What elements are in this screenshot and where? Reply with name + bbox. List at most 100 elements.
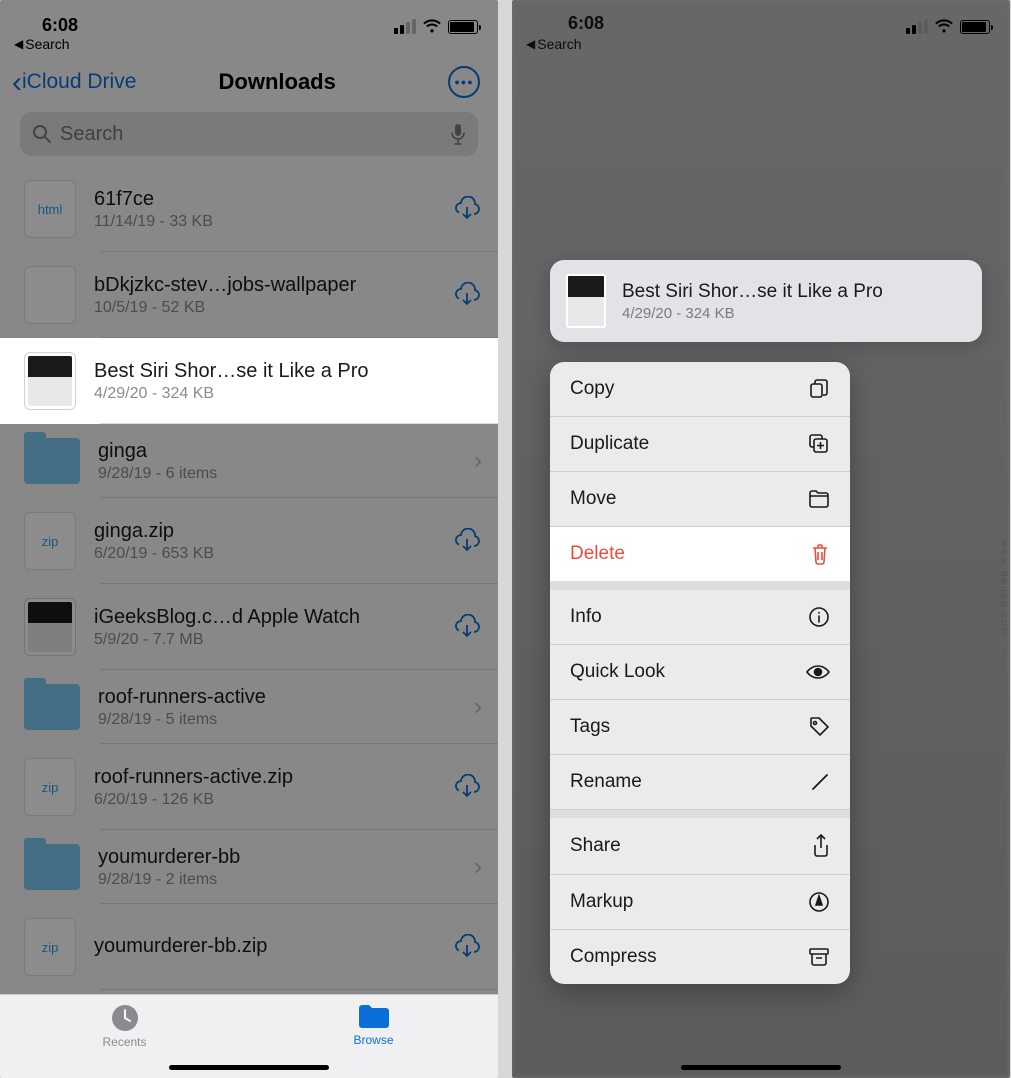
folder-icon bbox=[808, 489, 830, 509]
status-icons bbox=[394, 19, 478, 34]
files-app-left: 6:08 ◀ Search ‹ iCloud Drive Downloads ●… bbox=[0, 0, 498, 1078]
status-time: 6:08 bbox=[42, 16, 78, 34]
menu-duplicate[interactable]: Duplicate bbox=[550, 417, 850, 472]
cellular-icon bbox=[394, 19, 416, 34]
battery-icon bbox=[960, 20, 990, 34]
download-cloud-icon[interactable] bbox=[452, 934, 482, 960]
chevron-left-icon: ‹ bbox=[12, 75, 22, 90]
search-field[interactable] bbox=[20, 112, 478, 156]
file-row[interactable]: Best Siri Shor…se it Like a Pro 4/29/20 -… bbox=[0, 338, 498, 424]
trash-icon bbox=[810, 543, 830, 565]
file-thumbnail: zip bbox=[24, 758, 76, 816]
file-name: Best Siri Shor…se it Like a Pro bbox=[94, 360, 482, 383]
download-cloud-icon[interactable] bbox=[452, 196, 482, 222]
menu-share[interactable]: Share bbox=[550, 818, 850, 875]
file-subtitle: 4/29/20 - 324 KB bbox=[94, 385, 482, 403]
selected-file-card: Best Siri Shor…se it Like a Pro 4/29/20 … bbox=[550, 260, 982, 342]
search-icon bbox=[32, 124, 52, 144]
status-time: 6:08 bbox=[568, 13, 604, 34]
tag-icon bbox=[808, 716, 830, 738]
markup-icon bbox=[808, 891, 830, 913]
file-name: bDkjzkc-stev…jobs-wallpaper bbox=[94, 274, 452, 297]
share-icon bbox=[812, 834, 830, 858]
watermark: www.deuaq.com bbox=[998, 539, 1009, 638]
file-thumbnail bbox=[24, 266, 76, 324]
chevron-right-icon: › bbox=[474, 693, 482, 721]
file-subtitle: 5/9/20 - 7.7 MB bbox=[94, 631, 452, 649]
menu-quicklook[interactable]: Quick Look bbox=[550, 645, 850, 700]
menu-delete[interactable]: Delete bbox=[550, 527, 850, 582]
status-bar: 6:08 bbox=[512, 0, 1010, 34]
file-row[interactable]: roof-runners-active 9/28/19 - 5 items› bbox=[0, 670, 498, 744]
file-subtitle: 6/20/19 - 653 KB bbox=[94, 545, 452, 563]
file-thumbnail: zip bbox=[24, 512, 76, 570]
menu-move[interactable]: Move bbox=[550, 472, 850, 527]
file-row[interactable]: html61f7ce11/14/19 - 33 KB bbox=[0, 166, 498, 252]
file-thumbnail bbox=[24, 598, 76, 656]
folder-icon bbox=[24, 684, 80, 730]
files-app-context-menu: 6:08 ◀ Search Best Siri Shor…se it Like … bbox=[512, 0, 1010, 1078]
archive-icon bbox=[808, 946, 830, 968]
file-row[interactable]: zipyoumurderer-bb.zip bbox=[0, 904, 498, 990]
download-cloud-icon[interactable] bbox=[452, 614, 482, 640]
copy-icon bbox=[808, 378, 830, 400]
menu-markup[interactable]: Markup bbox=[550, 875, 850, 930]
file-row[interactable]: bDkjzkc-stev…jobs-wallpaper 10/5/19 - 52 … bbox=[0, 252, 498, 338]
file-thumbnail: html bbox=[24, 180, 76, 238]
file-name: roof-runners-active.zip bbox=[94, 766, 452, 789]
menu-copy[interactable]: Copy bbox=[550, 362, 850, 417]
file-name: roof-runners-active bbox=[98, 686, 474, 709]
file-name: iGeeksBlog.c…d Apple Watch bbox=[94, 606, 452, 629]
download-cloud-icon[interactable] bbox=[452, 774, 482, 800]
folder-icon bbox=[24, 844, 80, 890]
file-thumbnail bbox=[24, 352, 76, 410]
file-row[interactable]: zip roof-runners-active.zip 6/20/19 - 126 … bbox=[0, 744, 498, 830]
home-indicator[interactable] bbox=[169, 1065, 329, 1070]
file-subtitle: 6/20/19 - 126 KB bbox=[94, 791, 452, 809]
file-name: ginga.zip bbox=[94, 520, 452, 543]
status-bar: 6:08 bbox=[0, 0, 498, 34]
download-cloud-icon[interactable] bbox=[452, 282, 482, 308]
file-row[interactable]: ginga 9/28/19 - 6 items› bbox=[0, 424, 498, 498]
page-title: Downloads bbox=[106, 69, 448, 95]
menu-tags[interactable]: Tags bbox=[550, 700, 850, 755]
file-name: youmurderer-bb bbox=[98, 846, 474, 869]
download-cloud-icon[interactable] bbox=[452, 528, 482, 554]
file-subtitle: 9/28/19 - 5 items bbox=[98, 711, 474, 729]
back-to-search[interactable]: ◀ Search bbox=[0, 34, 498, 52]
file-row[interactable]: youmurderer-bb9/28/19 - 2 items› bbox=[0, 830, 498, 904]
mic-icon[interactable] bbox=[450, 123, 466, 145]
menu-rename[interactable]: Rename bbox=[550, 755, 850, 810]
file-subtitle: 10/5/19 - 52 KB bbox=[94, 299, 452, 317]
folder-icon bbox=[357, 1003, 391, 1031]
back-triangle-icon: ◀ bbox=[526, 37, 535, 51]
file-name: ginga bbox=[98, 440, 474, 463]
back-triangle-icon: ◀ bbox=[14, 37, 23, 51]
selected-file-name: Best Siri Shor…se it Like a Pro bbox=[622, 281, 883, 303]
eye-icon bbox=[806, 664, 830, 680]
battery-icon bbox=[448, 20, 478, 34]
wifi-icon bbox=[422, 19, 442, 34]
context-menu: Copy Duplicate Move Delete Info Quick Lo… bbox=[550, 362, 850, 984]
pencil-icon bbox=[810, 772, 830, 792]
home-indicator[interactable] bbox=[681, 1065, 841, 1070]
info-icon bbox=[808, 606, 830, 628]
file-thumbnail: zip bbox=[24, 918, 76, 976]
menu-compress[interactable]: Compress bbox=[550, 930, 850, 984]
file-subtitle: 9/28/19 - 2 items bbox=[98, 871, 474, 889]
file-subtitle: 11/14/19 - 33 KB bbox=[94, 213, 452, 231]
clock-icon bbox=[110, 1003, 140, 1033]
search-input[interactable] bbox=[60, 123, 442, 146]
folder-icon bbox=[24, 438, 80, 484]
back-to-search[interactable]: ◀ Search bbox=[512, 34, 1010, 52]
nav-header: ‹ iCloud Drive Downloads ●●● bbox=[0, 52, 498, 108]
wifi-icon bbox=[934, 19, 954, 34]
file-subtitle: 9/28/19 - 6 items bbox=[98, 465, 474, 483]
menu-info[interactable]: Info bbox=[550, 590, 850, 645]
file-row[interactable]: iGeeksBlog.c…d Apple Watch 5/9/20 - 7.7 M… bbox=[0, 584, 498, 670]
chevron-right-icon: › bbox=[474, 447, 482, 475]
file-row[interactable]: zip ginga.zip 6/20/19 - 653 KB bbox=[0, 498, 498, 584]
file-list: html61f7ce11/14/19 - 33 KBbDkjzkc-stev…j… bbox=[0, 166, 498, 990]
more-button[interactable]: ●●● bbox=[448, 66, 480, 98]
selected-file-sub: 4/29/20 - 324 KB bbox=[622, 305, 883, 322]
